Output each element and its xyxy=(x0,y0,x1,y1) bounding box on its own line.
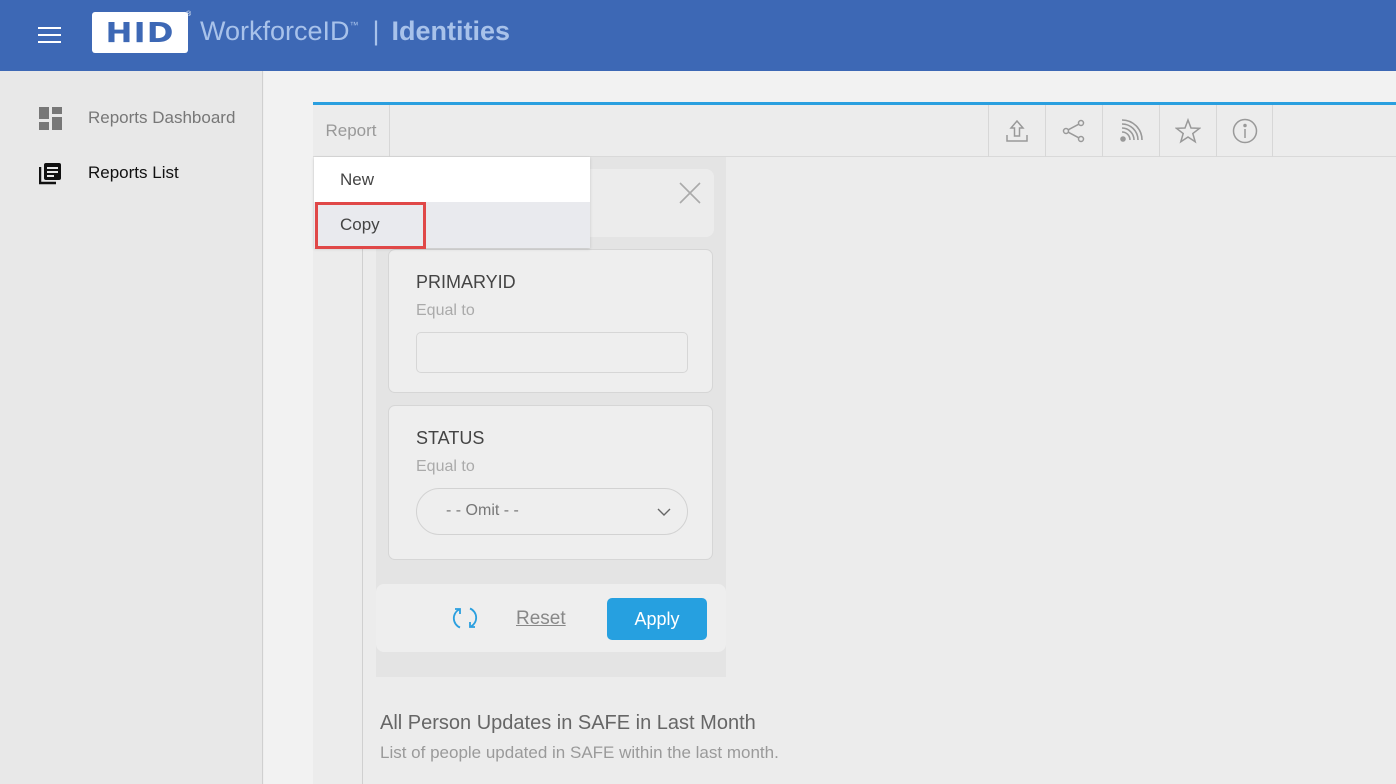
list-icon xyxy=(39,162,61,184)
menu-item-copy[interactable]: Copy xyxy=(314,202,590,248)
registered-mark: ® xyxy=(186,11,192,18)
section-title: Identities xyxy=(391,16,511,46)
favorite-button[interactable] xyxy=(1159,105,1216,157)
rss-icon xyxy=(1120,119,1143,142)
sidebar-item-reports-list[interactable]: Reports List xyxy=(0,153,262,193)
chevron-down-icon xyxy=(657,508,671,516)
primaryid-input[interactable] xyxy=(416,332,688,373)
export-button[interactable] xyxy=(988,105,1045,157)
filter-primaryid: PRIMARYID Equal to xyxy=(388,249,713,393)
report-title: All Person Updates in SAFE in Last Month xyxy=(380,712,756,734)
hamburger-icon[interactable] xyxy=(38,27,61,43)
menu-item-new[interactable]: New xyxy=(314,157,590,202)
report-dropdown-menu: New Copy xyxy=(314,157,590,248)
sidebar-item-reports-dashboard[interactable]: Reports Dashboard xyxy=(0,98,262,138)
sidebar-item-label: Reports List xyxy=(88,163,179,182)
product-name: WorkforceID xyxy=(200,16,350,46)
status-select[interactable]: - - Omit - - xyxy=(416,488,688,535)
status-select-value: - - Omit - - xyxy=(446,502,519,519)
trademark: ™ xyxy=(349,20,359,30)
hid-logo: HID xyxy=(92,12,188,53)
filter-title: STATUS xyxy=(416,428,485,448)
share-icon xyxy=(1062,119,1085,143)
top-bar: HID ® WorkforceID™ | Identities xyxy=(0,0,1396,71)
filter-status: STATUS Equal to - - Omit - - xyxy=(388,405,713,560)
app-title: WorkforceID™ | Identities xyxy=(200,16,510,47)
export-icon xyxy=(1006,119,1028,142)
refresh-icon[interactable] xyxy=(451,604,479,632)
info-icon xyxy=(1232,118,1257,144)
share-button[interactable] xyxy=(1045,105,1102,157)
filter-title: PRIMARYID xyxy=(416,272,516,292)
filter-operator: Equal to xyxy=(416,302,475,319)
rss-button[interactable] xyxy=(1102,105,1159,157)
logo-text: HID xyxy=(105,16,175,49)
report-toolbar: Report xyxy=(313,105,1396,157)
report-menu-button[interactable]: Report xyxy=(313,105,390,157)
close-icon[interactable] xyxy=(678,181,702,205)
divider xyxy=(362,157,363,784)
star-icon xyxy=(1175,118,1201,144)
sidebar: Reports Dashboard Reports List xyxy=(0,71,263,784)
report-description: List of people updated in SAFE within th… xyxy=(380,743,779,762)
title-separator: | xyxy=(372,16,380,46)
apply-button[interactable]: Apply xyxy=(607,598,707,640)
filter-actions: Reset Apply xyxy=(376,584,726,652)
filter-operator: Equal to xyxy=(416,458,475,475)
sidebar-item-label: Reports Dashboard xyxy=(88,108,236,127)
reset-link[interactable]: Reset xyxy=(516,608,566,630)
info-button[interactable] xyxy=(1216,105,1273,157)
dashboard-icon xyxy=(39,106,62,130)
